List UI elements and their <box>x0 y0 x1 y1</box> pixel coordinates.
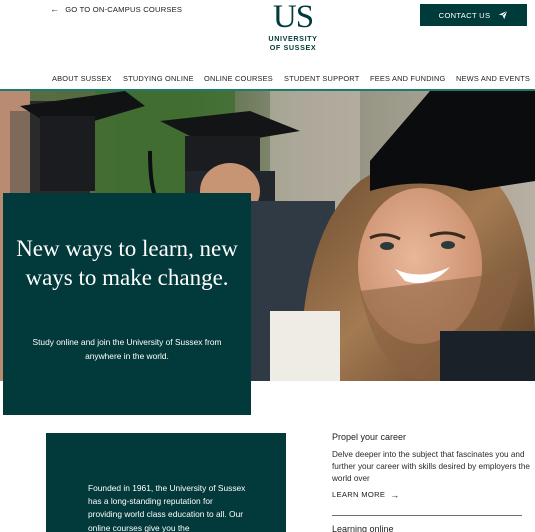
contact-us-button[interactable]: CONTACT US <box>420 4 527 26</box>
nav-item-about-sussex[interactable]: ABOUT SUSSEX <box>52 74 112 83</box>
go-to-on-campus-label: GO TO ON-CAMPUS COURSES <box>65 5 183 14</box>
nav-item-fees-and-funding[interactable]: FEES AND FUNDING <box>370 74 445 83</box>
feature-body: Delve deeper into the subject that fasci… <box>332 450 530 484</box>
contact-us-label: CONTACT US <box>438 10 491 20</box>
feature-propel-career: Propel your career Delve deeper into the… <box>332 432 535 500</box>
hero-card: New ways to learn, new ways to make chan… <box>3 193 251 415</box>
nav-item-online-courses[interactable]: ONLINE COURSES <box>204 74 273 83</box>
university-logo[interactable]: US UNIVERSITY OF SUSSEX <box>255 0 331 52</box>
hero-title: New ways to learn, new ways to make chan… <box>16 236 238 290</box>
logo-monogram: US <box>272 0 314 35</box>
learn-more-link[interactable]: LEARN MORE → <box>332 490 535 500</box>
nav-item-news-and-events[interactable]: NEWS AND EVENTS <box>456 74 530 83</box>
feature-title: Propel your career <box>332 432 407 442</box>
feature-divider <box>332 515 522 516</box>
nav-item-student-support[interactable]: STUDENT SUPPORT <box>284 74 359 83</box>
go-to-on-campus-link[interactable]: ← GO TO ON-CAMPUS COURSES <box>50 4 183 15</box>
feature-learning-online-title[interactable]: Learning online <box>332 524 394 532</box>
arrow-left-icon: ← <box>50 4 60 14</box>
hero-subtitle: Study online and join the University of … <box>32 337 222 361</box>
nav-item-studying-online[interactable]: STUDYING ONLINE <box>123 74 194 83</box>
intro-text: Founded in 1961, the University of Susse… <box>88 483 246 532</box>
learn-more-label: LEARN MORE <box>332 490 386 500</box>
paper-plane-icon <box>499 10 508 20</box>
intro-card: Founded in 1961, the University of Susse… <box>46 433 286 532</box>
arrow-right-icon: → <box>390 489 400 500</box>
logo-name-line2: OF SUSSEX <box>269 42 317 52</box>
main-navigation: ABOUT SUSSEX STUDYING ONLINE ONLINE COUR… <box>0 68 535 88</box>
